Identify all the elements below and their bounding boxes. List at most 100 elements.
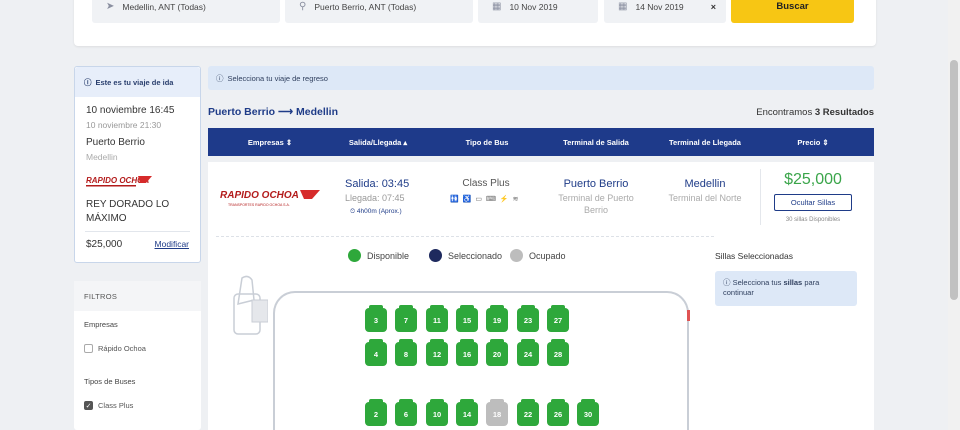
filter-bus-type-class-plus[interactable]: ✓ Class Plus (84, 401, 133, 410)
destination-city: Medellin (684, 178, 726, 190)
header-tipo-bus: Tipo de Bus (465, 137, 509, 147)
seat-3[interactable]: 3 (365, 305, 387, 332)
departure-date-value: 10 Nov 2019 (509, 1, 558, 12)
legend-selected: Seleccionado (429, 249, 502, 262)
occupied-dot (510, 249, 523, 262)
legend-occupied-label: Ocupado (529, 250, 566, 261)
header-terminal-llegada: Terminal de Llegada (669, 137, 741, 147)
outbound-trip-title: Este es tu viaje de ida (95, 77, 174, 87)
result-row: RAPIDO OCHOA TRANSPORTES RAPIDO OCHOA S.… (208, 162, 874, 430)
svg-text:RAPIDO OCHOA: RAPIDO OCHOA (220, 190, 299, 201)
header-terminal-salida: Terminal de Salida (563, 137, 629, 147)
selected-seats-title: Sillas Seleccionadas (715, 251, 793, 261)
filter-companies-label: Empresas (84, 320, 118, 329)
outbound-trip-card: ⓘ Este es tu viaje de ida 10 noviembre 1… (74, 66, 201, 263)
seat-8[interactable]: 8 (395, 339, 417, 366)
location-arrow-icon: ➤ (106, 1, 115, 12)
trip-company: REY DORADO LO MÁXIMO (86, 199, 170, 224)
trip-destination: Medellin (86, 152, 118, 162)
result-price: $25,000 (784, 171, 842, 188)
seat-26[interactable]: 26 (547, 399, 569, 426)
header-precio[interactable]: Precio ⇕ (797, 128, 828, 156)
legend-available-label: Disponible (367, 250, 410, 261)
amenities-icons: 🚻 ♿ ▭ ⌨ ⚡ ≋ (450, 196, 520, 203)
return-date-value: 14 Nov 2019 (635, 1, 684, 12)
selected-seats-hint: ⓘ Selecciona tus sillas para continuar (715, 271, 857, 306)
legend-available: Disponible (348, 249, 409, 262)
company-logo: RAPIDO OCHOA (86, 175, 152, 194)
bus-type-label: Class Plus (462, 178, 510, 189)
seat-2[interactable]: 2 (365, 399, 387, 426)
checkbox-unchecked[interactable] (84, 344, 93, 353)
seat-6[interactable]: 6 (395, 399, 417, 426)
seat-15[interactable]: 15 (456, 305, 478, 332)
trip-origin: Puerto Berrio (86, 137, 145, 148)
header-salida-llegada[interactable]: Salida/Llegada ▴ (349, 128, 407, 156)
outbound-trip-header: ⓘ Este es tu viaje de ida (75, 67, 200, 97)
seat-28[interactable]: 28 (547, 339, 569, 366)
bus-layout (273, 291, 689, 430)
results-table-header: Empresas ⇕ Salida/Llegada ▴ Tipo de Bus … (208, 128, 874, 156)
company-logo: RAPIDO OCHOA TRANSPORTES RAPIDO OCHOA S.… (220, 188, 320, 213)
bus-door-marker (687, 310, 690, 321)
scrollbar-thumb[interactable] (950, 60, 958, 300)
filter-bus-types-label: Tipos de Buses (84, 377, 136, 386)
trip-arrival-datetime: 10 noviembre 21:30 (86, 120, 162, 130)
filter-company-rapido-ochoa[interactable]: Rápido Ochoa (84, 344, 146, 353)
seat-14[interactable]: 14 (456, 399, 478, 426)
modify-trip-link[interactable]: Modificar (155, 239, 189, 249)
checkbox-checked[interactable]: ✓ (84, 401, 93, 410)
destination-terminal-name: Terminal del Norte (668, 193, 742, 203)
seat-11[interactable]: 11 (426, 305, 448, 332)
trip-departure-datetime: 10 noviembre 16:45 (86, 105, 175, 116)
seat-16[interactable]: 16 (456, 339, 478, 366)
trip-duration: ⏲ 4h00m (Aprox.) (350, 208, 402, 215)
seat-20[interactable]: 20 (486, 339, 508, 366)
seat-19[interactable]: 19 (486, 305, 508, 332)
seat-22[interactable]: 22 (517, 399, 539, 426)
results-number: 3 Resultados (814, 107, 874, 118)
departure-date-field[interactable]: ▦ 10 Nov 2019 (478, 0, 598, 23)
seat-23[interactable]: 23 (517, 305, 539, 332)
seat-18: 18 (486, 399, 508, 426)
hide-seats-button[interactable]: Ocultar Sillas (774, 194, 852, 211)
info-icon: ⓘ (216, 73, 224, 83)
steering-wheel-icon (228, 274, 269, 351)
seat-12[interactable]: 12 (426, 339, 448, 366)
header-empresas[interactable]: Empresas ⇕ (248, 128, 292, 156)
origin-field[interactable]: ➤ Medellin, ANT (Todas) (92, 0, 280, 23)
divider (216, 236, 714, 237)
destination-value: Puerto Berrio, ANT (Todas) (314, 1, 417, 12)
seat-7[interactable]: 7 (395, 305, 417, 332)
search-button[interactable]: Buscar (731, 0, 854, 23)
origin-city: Puerto Berrio (563, 178, 629, 190)
scrollbar[interactable] (948, 0, 960, 430)
selected-dot (429, 249, 442, 262)
seat-10[interactable]: 10 (426, 399, 448, 426)
clear-return-date-button[interactable]: × (711, 2, 716, 12)
seat-30[interactable]: 30 (577, 399, 599, 426)
origin-terminal-name: Terminal de Puerto Berrio (558, 193, 634, 215)
arrival-time: Llegada: 07:45 (345, 193, 405, 203)
calendar-icon: ▦ (618, 1, 628, 12)
calendar-icon: ▦ (492, 1, 502, 12)
filters-title: FILTROS (74, 281, 201, 311)
legend-selected-label: Seleccionado (448, 250, 503, 261)
map-pin-icon: ⚲ (299, 1, 307, 12)
info-icon: ⓘ (723, 278, 731, 287)
search-bar: ➤ Medellin, ANT (Todas) ⚲ Puerto Berrio,… (74, 0, 876, 46)
return-trip-notice-text: Selecciona tu viaje de regreso (227, 73, 328, 83)
seat-24[interactable]: 24 (517, 339, 539, 366)
seat-27[interactable]: 27 (547, 305, 569, 332)
divider (760, 169, 761, 225)
legend-occupied: Ocupado (510, 249, 566, 262)
destination-field[interactable]: ⚲ Puerto Berrio, ANT (Todas) (285, 0, 473, 23)
available-dot (348, 249, 361, 262)
hint-bold: sillas (783, 278, 803, 287)
return-date-field[interactable]: ▦ 14 Nov 2019 × (604, 0, 726, 23)
seat-4[interactable]: 4 (365, 339, 387, 366)
filter-company-label: Rápido Ochoa (98, 344, 146, 353)
trip-price: $25,000 (86, 239, 123, 250)
filter-bus-type-label: Class Plus (98, 401, 134, 410)
departure-time: Salida: 03:45 (345, 178, 410, 190)
